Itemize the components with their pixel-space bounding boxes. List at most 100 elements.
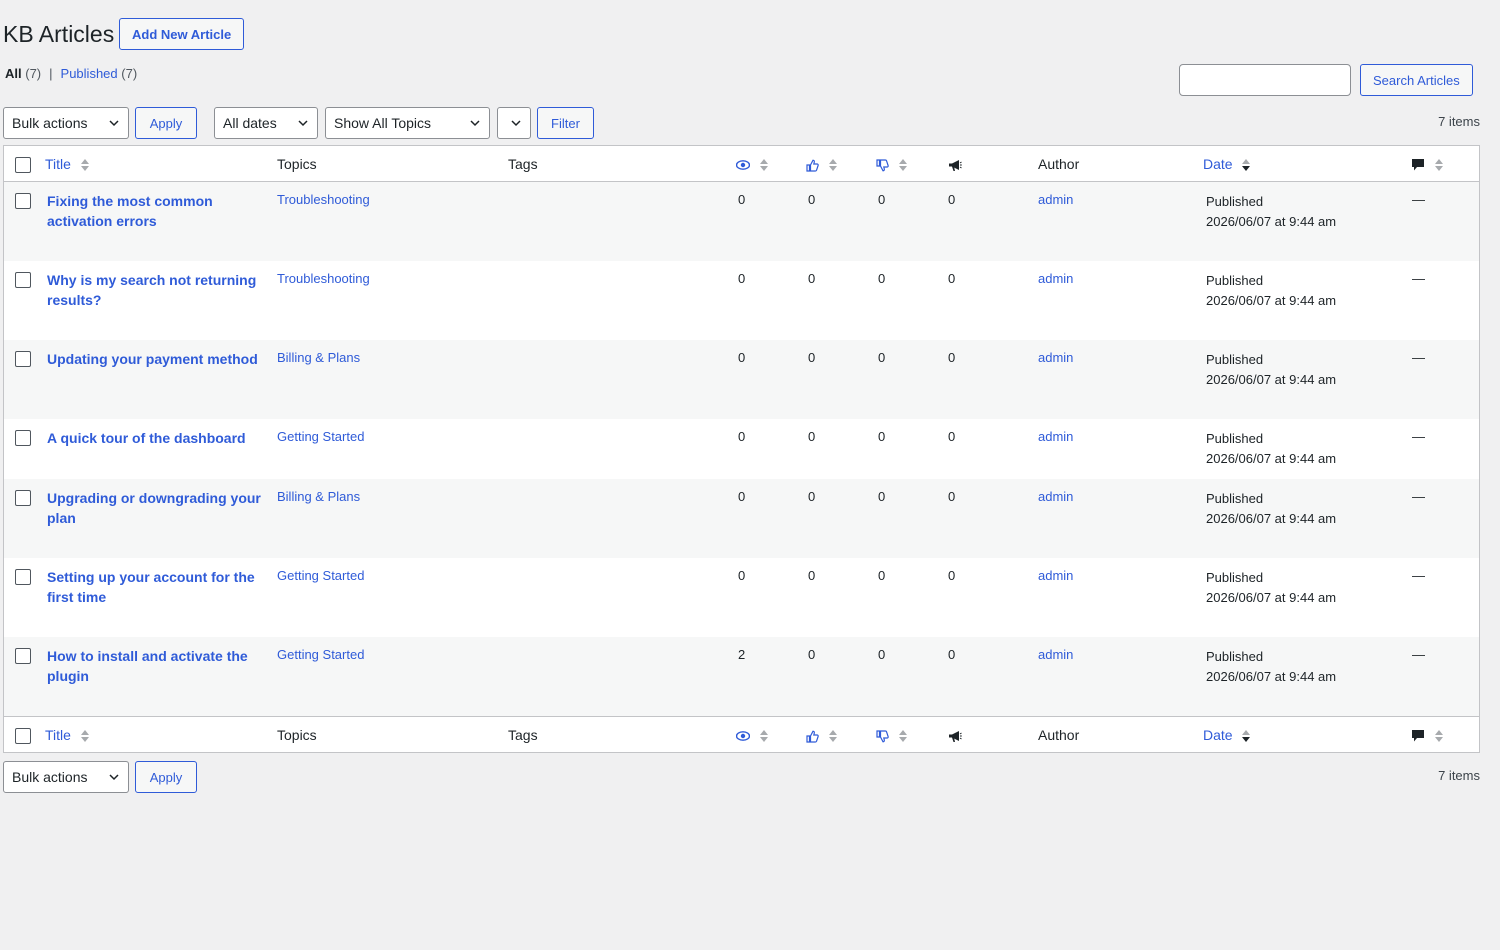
- column-views-footer[interactable]: [736, 727, 768, 743]
- author-link[interactable]: admin: [1038, 271, 1073, 286]
- row-checkbox[interactable]: [15, 490, 31, 506]
- views-count: 0: [738, 568, 746, 583]
- column-title-header[interactable]: Title: [45, 156, 89, 172]
- comments-count: —: [1412, 429, 1425, 444]
- row-checkbox[interactable]: [15, 272, 31, 288]
- search-articles-button[interactable]: Search Articles: [1360, 64, 1473, 96]
- extra-filter-select[interactable]: [497, 107, 531, 139]
- status-filter-links: All (7) | Published (7): [5, 66, 137, 81]
- upvotes-count: 0: [808, 271, 816, 286]
- article-title-link[interactable]: Why is my search not returning results?: [47, 270, 267, 310]
- downvotes-count: 0: [878, 568, 886, 583]
- upvotes-count: 0: [808, 568, 816, 583]
- add-new-article-button[interactable]: Add New Article: [119, 18, 245, 50]
- column-upvotes-header[interactable]: [806, 156, 837, 172]
- topic-link[interactable]: Troubleshooting: [277, 192, 370, 207]
- article-title-link[interactable]: Fixing the most common activation errors: [47, 191, 267, 231]
- column-downvotes-header[interactable]: [876, 156, 907, 172]
- thumbs-down-icon: [876, 159, 889, 172]
- select-all-checkbox[interactable]: [15, 157, 31, 173]
- topic-link[interactable]: Getting Started: [277, 568, 364, 583]
- column-views-header[interactable]: [736, 156, 768, 172]
- thumbs-down-icon: [876, 730, 889, 743]
- row-checkbox[interactable]: [15, 430, 31, 446]
- topic-link[interactable]: Billing & Plans: [277, 350, 360, 365]
- chevron-down-icon: [109, 120, 119, 127]
- chevron-down-icon: [109, 774, 119, 781]
- upvotes-count: 0: [808, 489, 816, 504]
- apply-button-top[interactable]: Apply: [135, 107, 197, 139]
- bulk-actions-select-top[interactable]: Bulk actions: [3, 107, 129, 139]
- sort-arrows-icon: [759, 159, 768, 172]
- article-title-link[interactable]: Updating your payment method: [47, 349, 267, 369]
- sort-arrows-icon: [1434, 730, 1443, 743]
- row-checkbox[interactable]: [15, 193, 31, 209]
- views-count: 2: [738, 647, 746, 662]
- date-cell: Published 2026/06/07 at 9:44 am: [1206, 194, 1337, 229]
- items-count-bottom: 7 items: [1438, 768, 1480, 783]
- megaphone-icon: [949, 730, 962, 742]
- column-author-header: Author: [1038, 156, 1080, 172]
- dates-select[interactable]: All dates: [214, 107, 318, 139]
- upvotes-count: 0: [808, 192, 816, 207]
- downvotes-count: 0: [878, 271, 886, 286]
- author-link[interactable]: admin: [1038, 429, 1073, 444]
- chevron-down-icon: [511, 120, 521, 127]
- table-row: Updating your payment method Billing & P…: [4, 340, 1479, 419]
- topic-link[interactable]: Billing & Plans: [277, 489, 360, 504]
- bulk-actions-select-bottom[interactable]: Bulk actions: [3, 761, 129, 793]
- column-upvotes-footer[interactable]: [806, 727, 837, 743]
- article-title-link[interactable]: Setting up your account for the first ti…: [47, 567, 267, 607]
- column-downvotes-footer[interactable]: [876, 727, 907, 743]
- column-date-header[interactable]: Date: [1203, 156, 1251, 172]
- column-comments-footer[interactable]: [1411, 727, 1443, 743]
- column-comments-header[interactable]: [1411, 156, 1443, 172]
- apply-button-bottom[interactable]: Apply: [135, 761, 197, 793]
- downvotes-count: 0: [878, 350, 886, 365]
- author-link[interactable]: admin: [1038, 568, 1073, 583]
- comments-count: —: [1412, 489, 1425, 504]
- column-feedback-footer: [948, 727, 962, 743]
- column-title-footer[interactable]: Title: [45, 727, 89, 743]
- comments-count: —: [1412, 568, 1425, 583]
- column-tags-footer: Tags: [508, 727, 538, 743]
- views-count: 0: [738, 271, 746, 286]
- row-checkbox[interactable]: [15, 351, 31, 367]
- column-topics-header: Topics: [277, 156, 317, 172]
- comment-icon: [1412, 730, 1424, 742]
- thumbs-up-icon: [806, 159, 819, 172]
- column-feedback-header: [948, 156, 962, 172]
- author-link[interactable]: admin: [1038, 489, 1073, 504]
- sort-desc-icon: [1242, 159, 1251, 172]
- column-date-footer[interactable]: Date: [1203, 727, 1251, 743]
- article-title-link[interactable]: How to install and activate the plugin: [47, 646, 267, 686]
- author-link[interactable]: admin: [1038, 192, 1073, 207]
- filter-button[interactable]: Filter: [537, 107, 594, 139]
- table-row: How to install and activate the plugin G…: [4, 637, 1479, 716]
- article-title-link[interactable]: A quick tour of the dashboard: [47, 428, 267, 448]
- feedback-count: 0: [948, 489, 956, 504]
- search-input[interactable]: [1179, 64, 1351, 96]
- page-title: KB Articles: [3, 21, 115, 47]
- feedback-count: 0: [948, 568, 956, 583]
- filter-all-link[interactable]: All (7): [5, 66, 41, 81]
- topic-link[interactable]: Getting Started: [277, 429, 364, 444]
- date-cell: Published 2026/06/07 at 9:44 am: [1206, 431, 1337, 466]
- date-cell: Published 2026/06/07 at 9:44 am: [1206, 491, 1337, 526]
- table-row: Setting up your account for the first ti…: [4, 558, 1479, 637]
- author-link[interactable]: admin: [1038, 647, 1073, 662]
- row-checkbox[interactable]: [15, 569, 31, 585]
- article-title-link[interactable]: Upgrading or downgrading your plan: [47, 488, 267, 528]
- upvotes-count: 0: [808, 350, 816, 365]
- filter-published-link[interactable]: Published (7): [61, 66, 138, 81]
- topics-select[interactable]: Show All Topics: [325, 107, 490, 139]
- topic-link[interactable]: Getting Started: [277, 647, 364, 662]
- table-footer-row: Title Topics Tags Author Date: [4, 716, 1479, 752]
- author-link[interactable]: admin: [1038, 350, 1073, 365]
- chevron-down-icon: [470, 120, 480, 127]
- topic-link[interactable]: Troubleshooting: [277, 271, 370, 286]
- row-checkbox[interactable]: [15, 648, 31, 664]
- table-header-row: Title Topics Tags Author Date: [4, 146, 1479, 182]
- select-all-checkbox-bottom[interactable]: [15, 728, 31, 744]
- sort-arrows-icon: [1434, 159, 1443, 172]
